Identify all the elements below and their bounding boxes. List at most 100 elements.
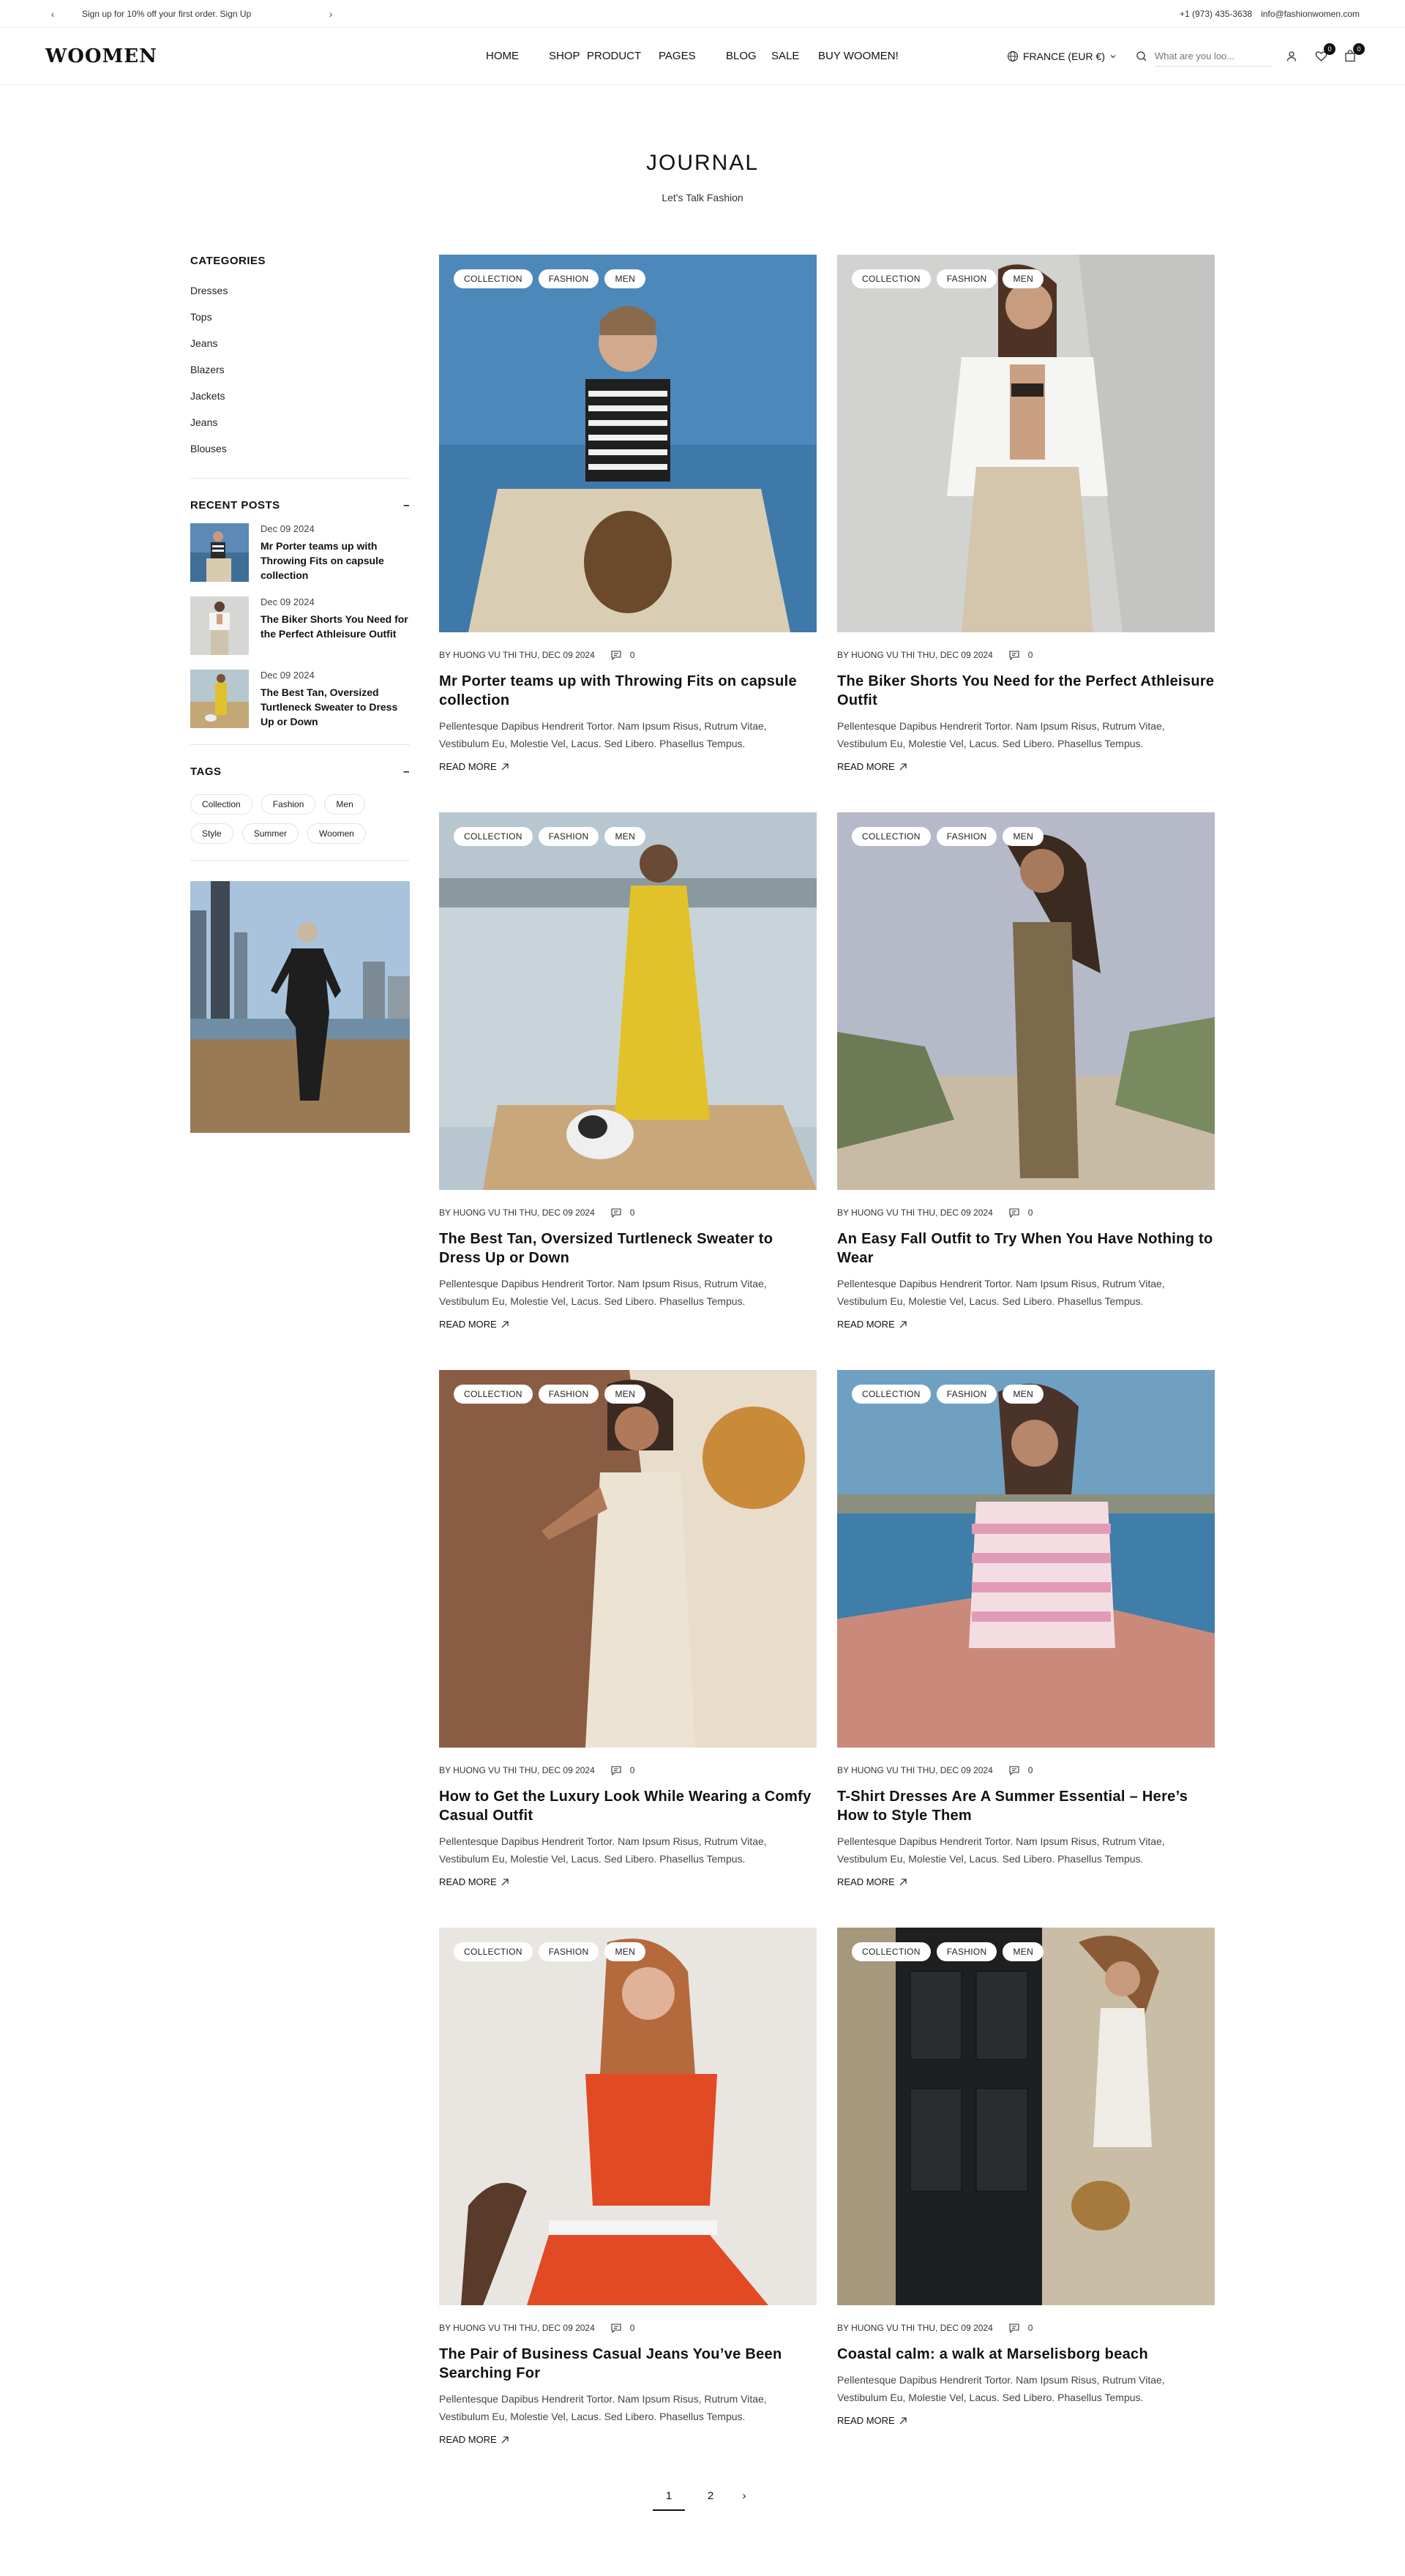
category-item[interactable]: Blouses — [190, 435, 410, 462]
post-author[interactable]: HUONG VU THI — [851, 1765, 915, 1775]
post-author[interactable]: HUONG VU THI — [453, 650, 517, 660]
post-tag[interactable]: MEN — [1003, 1942, 1044, 1961]
post-tag[interactable]: MEN — [1003, 269, 1044, 288]
category-item[interactable]: Jeans — [190, 409, 410, 435]
post-title[interactable]: The Biker Shorts You Need for the Perfec… — [837, 672, 1215, 710]
post-title[interactable]: The Best Tan, Oversized Turtleneck Sweat… — [439, 1229, 817, 1268]
email-address[interactable]: info@fashionwomen.com — [1261, 9, 1360, 19]
post-tag[interactable]: FASHION — [538, 1942, 599, 1961]
collapse-icon[interactable]: – — [403, 765, 410, 778]
category-item[interactable]: Dresses — [190, 277, 410, 304]
read-more-link[interactable]: READ MORE — [439, 2434, 509, 2445]
post-tag[interactable]: COLLECTION — [852, 269, 931, 288]
tag-chip[interactable]: Collection — [190, 794, 252, 815]
post-tag[interactable]: COLLECTION — [454, 1942, 533, 1961]
post-tag[interactable]: COLLECTION — [454, 269, 533, 288]
phone-number[interactable]: +1 (973) 435-3638 — [1180, 9, 1252, 19]
nav-blog[interactable]: BLOG — [726, 50, 771, 62]
post-tag[interactable]: MEN — [604, 1942, 646, 1961]
post-tag[interactable]: FASHION — [538, 827, 599, 846]
nav-home[interactable]: HOME — [486, 50, 549, 62]
read-more-link[interactable]: READ MORE — [439, 1319, 509, 1330]
tag-chip[interactable]: Fashion — [261, 794, 316, 815]
next-page-icon[interactable]: › — [736, 2490, 752, 2511]
cart-button[interactable]: 0 — [1341, 42, 1365, 66]
recent-post[interactable]: Dec 09 2024 The Biker Shorts You Need fo… — [190, 596, 410, 670]
collapse-icon[interactable]: – — [403, 499, 410, 512]
post-tag[interactable]: MEN — [1003, 1385, 1044, 1404]
post-tag[interactable]: COLLECTION — [852, 827, 931, 846]
post-tag[interactable]: FASHION — [936, 827, 997, 846]
search-input[interactable] — [1155, 45, 1272, 67]
post-author[interactable]: HUONG VU THI — [851, 2323, 915, 2333]
post-tag[interactable]: MEN — [604, 269, 646, 288]
chevron-left-icon[interactable]: ‹ — [45, 8, 60, 20]
tag-chip[interactable]: Woomen — [307, 823, 366, 844]
recent-post[interactable]: Dec 09 2024 The Best Tan, Oversized Turt… — [190, 670, 410, 743]
post-tag[interactable]: MEN — [604, 827, 646, 846]
post-tag[interactable]: FASHION — [936, 1942, 997, 1961]
read-more-link[interactable]: READ MORE — [837, 2415, 907, 2426]
category-item[interactable]: Jeans — [190, 330, 410, 356]
read-more-link[interactable]: READ MORE — [439, 761, 509, 772]
read-more-link[interactable]: READ MORE — [837, 1319, 907, 1330]
post-tag[interactable]: MEN — [604, 1385, 646, 1404]
post-author[interactable]: HUONG VU THI — [851, 1208, 915, 1218]
recent-post-thumbnail[interactable] — [190, 523, 249, 582]
post-title[interactable]: T-Shirt Dresses Are A Summer Essential –… — [837, 1787, 1215, 1825]
page-1-link[interactable]: 1 — [653, 2490, 685, 2511]
account-button[interactable] — [1282, 47, 1301, 66]
post-author[interactable]: HUONG VU THI — [453, 2323, 517, 2333]
post-author[interactable]: HUONG VU THI — [851, 650, 915, 660]
recent-post-title[interactable]: Mr Porter teams up with Throwing Fits on… — [261, 539, 410, 583]
post-title[interactable]: An Easy Fall Outfit to Try When You Have… — [837, 1229, 1215, 1268]
recent-post-thumbnail[interactable] — [190, 670, 249, 728]
category-item[interactable]: Jackets — [190, 383, 410, 409]
post-tag[interactable]: FASHION — [538, 1385, 599, 1404]
tag-chip[interactable]: Summer — [241, 823, 299, 844]
read-more-link[interactable]: READ MORE — [439, 1876, 509, 1887]
tags-header[interactable]: TAGS – — [190, 765, 410, 778]
recent-post[interactable]: Dec 09 2024 Mr Porter teams up with Thro… — [190, 523, 410, 596]
post-image[interactable]: COLLECTION FASHION MEN — [837, 1370, 1215, 1748]
post-tag[interactable]: COLLECTION — [852, 1385, 931, 1404]
post-tag[interactable]: FASHION — [936, 1385, 997, 1404]
post-author[interactable]: HUONG VU THI — [453, 1208, 517, 1218]
recent-post-thumbnail[interactable] — [190, 596, 249, 655]
promo-text[interactable]: Sign up for 10% off your first order. Si… — [82, 9, 323, 19]
post-tag[interactable]: COLLECTION — [454, 1385, 533, 1404]
post-title[interactable]: Coastal calm: a walk at Marselisborg bea… — [837, 2345, 1215, 2364]
post-tag[interactable]: MEN — [1003, 827, 1044, 846]
post-image[interactable]: COLLECTION FASHION MEN — [439, 255, 817, 632]
page-2-link[interactable]: 2 — [702, 2490, 719, 2511]
nav-buy-woomen[interactable]: BUY WOOMEN! — [818, 50, 899, 62]
tag-chip[interactable]: Style — [190, 823, 233, 844]
recent-posts-header[interactable]: RECENT POSTS – — [190, 499, 410, 512]
post-tag[interactable]: COLLECTION — [454, 827, 533, 846]
post-tag[interactable]: COLLECTION — [852, 1942, 931, 1961]
post-image[interactable]: COLLECTION FASHION MEN — [439, 812, 817, 1190]
read-more-link[interactable]: READ MORE — [837, 761, 907, 772]
nav-sale[interactable]: SALE — [771, 50, 818, 62]
tag-chip[interactable]: Men — [324, 794, 365, 815]
locale-selector[interactable]: FRANCE (EUR €) — [1007, 50, 1117, 62]
read-more-link[interactable]: READ MORE — [837, 1876, 907, 1887]
post-image[interactable]: COLLECTION FASHION MEN — [837, 812, 1215, 1190]
category-item[interactable]: Blazers — [190, 356, 410, 383]
post-tag[interactable]: FASHION — [538, 269, 599, 288]
nav-shop[interactable]: SHOP — [549, 50, 587, 62]
site-logo[interactable]: WOOMEN — [45, 45, 157, 67]
post-image[interactable]: COLLECTION FASHION MEN — [439, 1370, 817, 1748]
post-title[interactable]: Mr Porter teams up with Throwing Fits on… — [439, 672, 817, 710]
post-image[interactable]: COLLECTION FASHION MEN — [439, 1928, 817, 2305]
search-icon[interactable] — [1136, 50, 1147, 62]
post-title[interactable]: How to Get the Luxury Look While Wearing… — [439, 1787, 817, 1825]
recent-post-title[interactable]: The Biker Shorts You Need for the Perfec… — [261, 612, 410, 641]
post-author[interactable]: HUONG VU THI — [453, 1765, 517, 1775]
post-title[interactable]: The Pair of Business Casual Jeans You’ve… — [439, 2345, 817, 2383]
chevron-right-icon[interactable]: › — [323, 8, 338, 20]
post-image[interactable]: COLLECTION FASHION MEN — [837, 1928, 1215, 2305]
nav-pages[interactable]: PAGES — [659, 50, 726, 62]
sidebar-banner-image[interactable] — [190, 881, 410, 1133]
nav-product[interactable]: PRODUCT — [587, 50, 659, 62]
